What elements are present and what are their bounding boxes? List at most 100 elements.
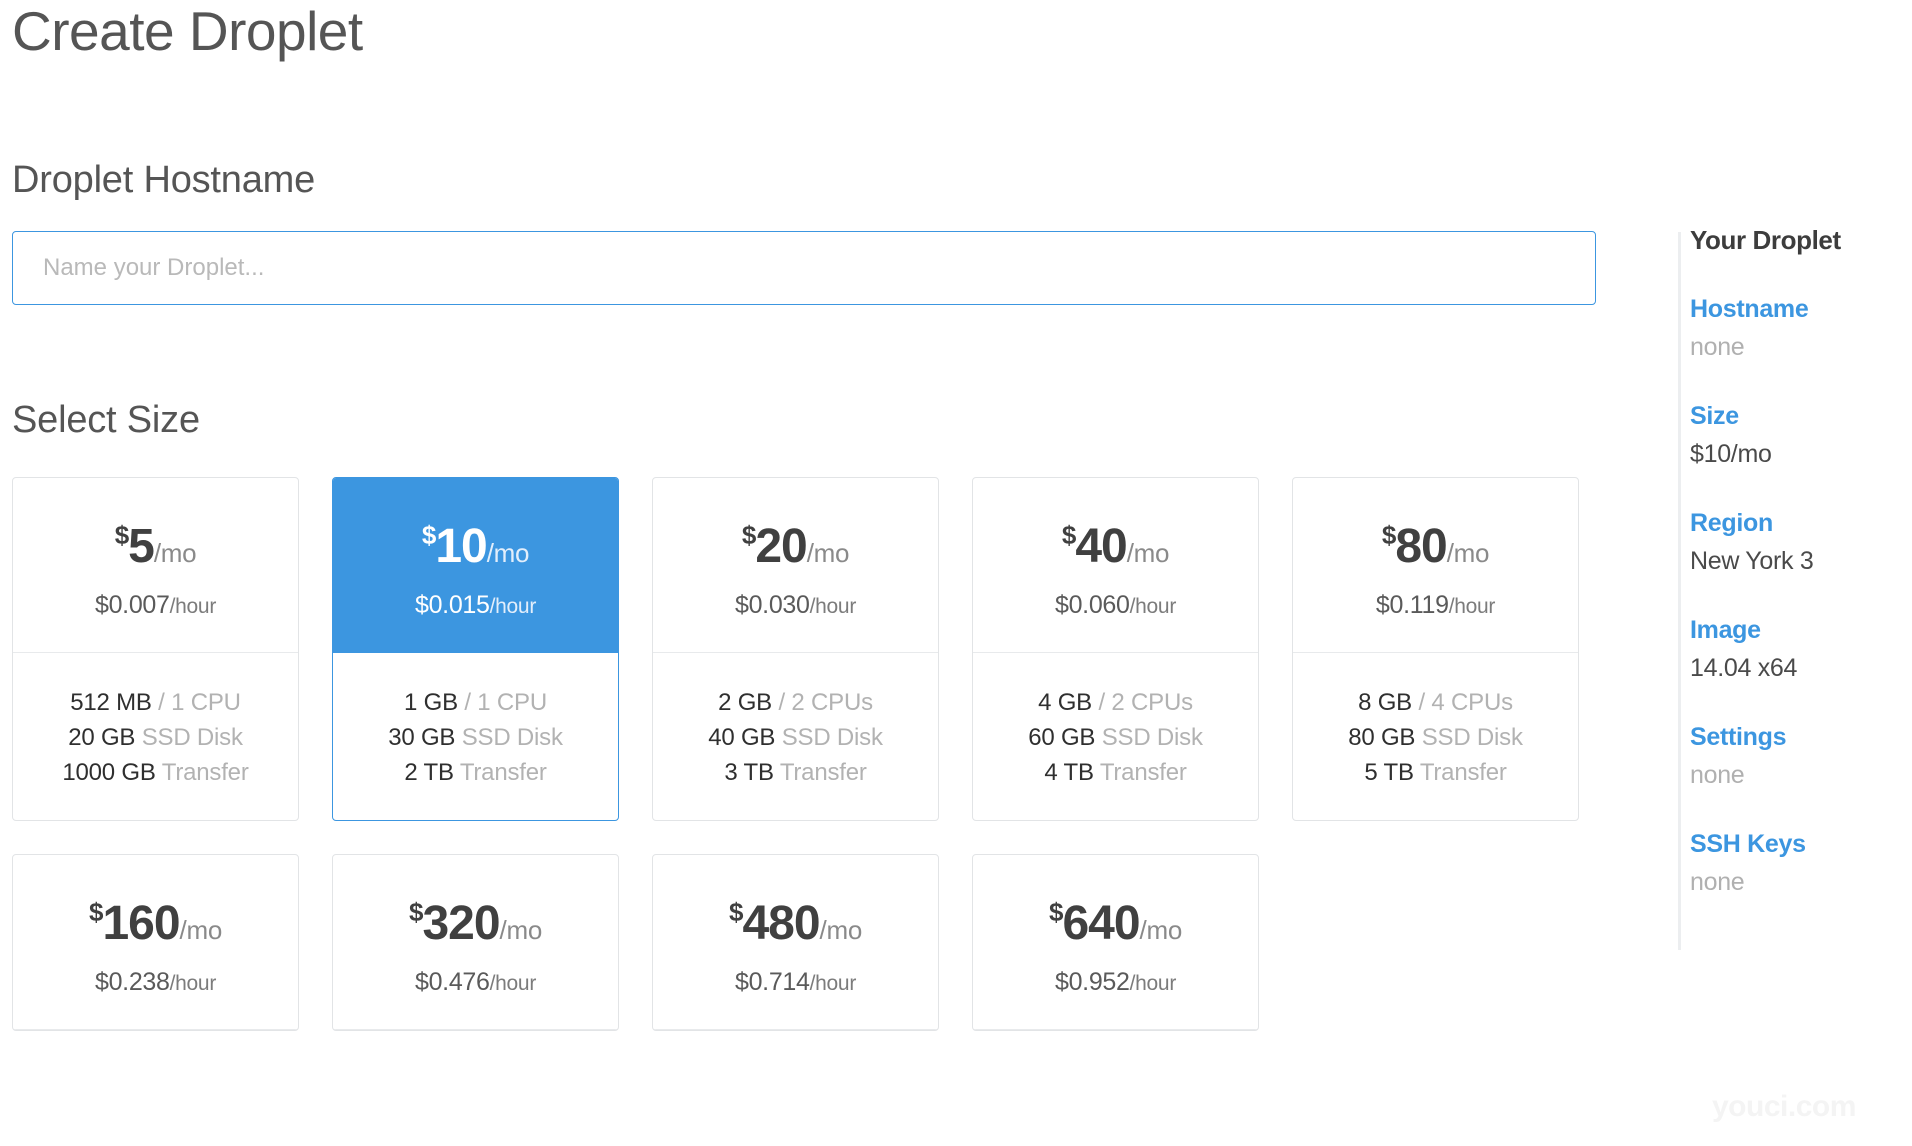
size-card-specs: 512 MB / 1 CPU 20 GB SSD Disk 1000 GB Tran… (13, 653, 298, 820)
price-period: /mo (153, 538, 197, 568)
spec-memory-cpu: 8 GB / 4 CPUs (1293, 685, 1578, 720)
size-card-160[interactable]: $160/mo $0.238/hour (12, 854, 299, 1031)
hourly-amount: $0.007 (94, 591, 170, 619)
hourly-unit: /hour (809, 595, 857, 618)
price-amount: 40 (1075, 520, 1127, 573)
size-card-20[interactable]: $20/mo $0.030/hour 2 GB / 2 CPUs 40 GB SSD … (652, 477, 939, 821)
spec-disk-label: SSD Disk (781, 724, 883, 751)
spec-cpu: / 1 CPU (158, 689, 241, 716)
price-amount: 5 (128, 520, 155, 573)
summary-item-value: 14.04 x64 (1690, 654, 1798, 682)
spec-disk-row: 40 GB SSD Disk (653, 720, 938, 755)
spec-cpu: / 1 CPU (464, 689, 547, 716)
summary-item-label[interactable]: Settings (1690, 725, 1900, 750)
spec-transfer-label: Transfer (1099, 759, 1187, 786)
monthly-price: $20/mo (653, 522, 938, 571)
price-amount: 10 (435, 520, 487, 573)
size-card-grid: $5/mo $0.007/hour 512 MB / 1 CPU 20 GB SSD … (12, 477, 1612, 1064)
droplet-hostname-input[interactable] (12, 231, 1596, 305)
spec-memory-cpu: 512 MB / 1 CPU (13, 685, 298, 720)
summary-item-image: Image 14.04 x64 (1690, 618, 1900, 681)
spec-disk: 80 GB (1348, 724, 1416, 751)
price-period: /mo (1446, 538, 1490, 568)
size-card-specs: 4 GB / 2 CPUs 60 GB SSD Disk 4 TB Transfer (973, 653, 1258, 820)
summary-item-size: Size $10/mo (1690, 404, 1900, 467)
spec-memory-cpu: 4 GB / 2 CPUs (973, 685, 1258, 720)
size-card-price-header: $80/mo $0.119/hour (1293, 478, 1578, 653)
monthly-price: $80/mo (1293, 522, 1578, 571)
spec-transfer: 3 TB (724, 759, 774, 786)
price-period: /mo (499, 915, 543, 945)
size-card-price-header: $20/mo $0.030/hour (653, 478, 938, 653)
spec-disk-label: SSD Disk (1101, 724, 1203, 751)
hourly-unit: /hour (489, 595, 537, 618)
summary-item-label[interactable]: Hostname (1690, 297, 1900, 322)
monthly-price: $160/mo (13, 899, 298, 948)
monthly-price: $480/mo (653, 899, 938, 948)
hourly-price: $0.119/hour (1293, 593, 1578, 618)
spec-transfer-label: Transfer (459, 759, 547, 786)
select-size-heading: Select Size (12, 399, 200, 441)
hourly-price: $0.238/hour (13, 970, 298, 995)
size-card-40[interactable]: $40/mo $0.060/hour 4 GB / 2 CPUs 60 GB SSD … (972, 477, 1259, 821)
spec-transfer-row: 4 TB Transfer (973, 755, 1258, 790)
size-card-640[interactable]: $640/mo $0.952/hour (972, 854, 1259, 1031)
monthly-price: $10/mo (333, 522, 618, 571)
size-card-320[interactable]: $320/mo $0.476/hour (332, 854, 619, 1031)
hourly-amount: $0.030 (734, 591, 810, 619)
spec-disk: 30 GB (388, 724, 456, 751)
hourly-price: $0.060/hour (973, 593, 1258, 618)
size-card-10[interactable]: $10/mo $0.015/hour 1 GB / 1 CPU 30 GB SSD D… (332, 477, 619, 821)
summary-item-value: $10/mo (1690, 440, 1772, 468)
summary-item-region: Region New York 3 (1690, 511, 1900, 574)
spec-disk: 60 GB (1028, 724, 1096, 751)
summary-item-label[interactable]: Image (1690, 618, 1900, 643)
spec-disk-row: 30 GB SSD Disk (333, 720, 618, 755)
size-card-price-header: $640/mo $0.952/hour (973, 855, 1258, 1030)
price-period: /mo (179, 915, 223, 945)
hourly-amount: $0.714 (734, 968, 810, 996)
summary-item-settings: Settings none (1690, 725, 1900, 788)
spec-disk-row: 60 GB SSD Disk (973, 720, 1258, 755)
spec-disk-label: SSD Disk (1421, 724, 1523, 751)
currency-symbol: $ (421, 520, 437, 550)
size-card-specs: 8 GB / 4 CPUs 80 GB SSD Disk 5 TB Transfer (1293, 653, 1578, 820)
price-amount: 20 (755, 520, 807, 573)
summary-title: Your Droplet (1690, 225, 1841, 255)
spec-transfer: 1000 GB (62, 759, 156, 786)
spec-transfer-label: Transfer (779, 759, 867, 786)
size-card-price-header: $160/mo $0.238/hour (13, 855, 298, 1030)
summary-item-value: none (1690, 761, 1745, 789)
price-amount: 160 (102, 897, 180, 950)
hourly-amount: $0.952 (1054, 968, 1130, 996)
summary-item-label[interactable]: Size (1690, 404, 1900, 429)
hourly-unit: /hour (1448, 595, 1496, 618)
size-card-specs: 1 GB / 1 CPU 30 GB SSD Disk 2 TB Transfer (333, 653, 618, 820)
size-card-480[interactable]: $480/mo $0.714/hour (652, 854, 939, 1031)
size-card-5[interactable]: $5/mo $0.007/hour 512 MB / 1 CPU 20 GB SSD … (12, 477, 299, 821)
spec-memory: 1 GB (404, 689, 458, 716)
hourly-price: $0.030/hour (653, 593, 938, 618)
summary-item-label[interactable]: Region (1690, 511, 1900, 536)
spec-memory: 4 GB (1038, 689, 1092, 716)
spec-memory-cpu: 1 GB / 1 CPU (333, 685, 618, 720)
hourly-amount: $0.238 (94, 968, 170, 996)
size-card-price-header: $5/mo $0.007/hour (13, 478, 298, 653)
currency-symbol: $ (114, 520, 130, 550)
hourly-unit: /hour (1129, 595, 1177, 618)
summary-item-label[interactable]: SSH Keys (1690, 832, 1900, 857)
spec-transfer-row: 3 TB Transfer (653, 755, 938, 790)
spec-cpu: / 2 CPUs (1098, 689, 1193, 716)
price-period: /mo (486, 538, 530, 568)
hourly-amount: $0.060 (1054, 591, 1130, 619)
spec-transfer-label: Transfer (161, 759, 249, 786)
spec-transfer-label: Transfer (1419, 759, 1507, 786)
hourly-price: $0.476/hour (333, 970, 618, 995)
price-amount: 480 (742, 897, 820, 950)
sidebar-divider (1678, 232, 1681, 950)
size-card-80[interactable]: $80/mo $0.119/hour 8 GB / 4 CPUs 80 GB SSD … (1292, 477, 1579, 821)
hourly-price: $0.015/hour (333, 593, 618, 618)
size-card-price-header: $480/mo $0.714/hour (653, 855, 938, 1030)
summary-item-ssh-keys: SSH Keys none (1690, 832, 1900, 895)
currency-symbol: $ (1061, 520, 1077, 550)
